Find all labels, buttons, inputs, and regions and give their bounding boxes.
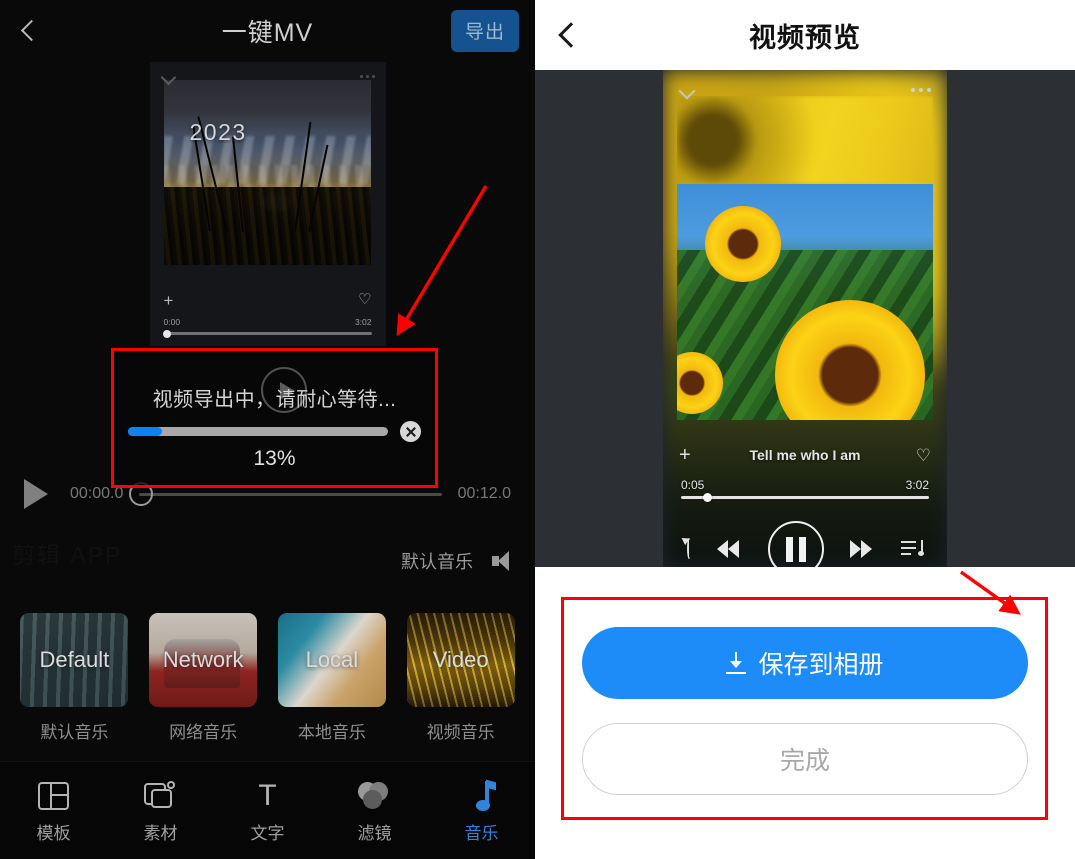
- filter-icon: [321, 778, 428, 814]
- card-progress-knob[interactable]: [162, 329, 171, 338]
- preview-topbar: 视频预览: [535, 0, 1075, 70]
- music-card-thumb-text: Network: [162, 647, 244, 672]
- editor-preview-area: 2023 + ♡ 0:00 3:02: [0, 62, 535, 354]
- chevron-down-icon[interactable]: [161, 72, 176, 81]
- player-total-time: 3:02: [905, 478, 929, 492]
- media-icon: [107, 778, 214, 814]
- card-actions: + ♡: [150, 292, 386, 309]
- music-card-thumb: Local: [277, 613, 386, 707]
- export-progress-message: 视频导出中，请耐心等待...: [152, 389, 397, 411]
- tab-text[interactable]: T 文字: [214, 778, 321, 844]
- fast-forward-icon[interactable]: [849, 540, 876, 558]
- editor-tabbar: 模板 素材 T 文字 滤镜 音乐: [0, 761, 535, 859]
- music-source-card[interactable]: Local 本地音乐: [276, 613, 388, 743]
- heart-icon[interactable]: ♡: [916, 447, 931, 464]
- chevron-left-icon[interactable]: [553, 21, 581, 49]
- music-source-card[interactable]: Default 默认音乐: [18, 613, 130, 743]
- music-card-thumb-text: Local: [305, 647, 359, 672]
- tab-media[interactable]: 素材: [107, 778, 214, 844]
- card-header: [150, 62, 386, 90]
- rewind-icon[interactable]: [716, 540, 743, 558]
- export-progress-fill: [128, 427, 162, 436]
- timeline-end-time: 00:12.0: [457, 485, 511, 502]
- sunflower-photo: [677, 96, 933, 420]
- save-to-album-label: 保存到相册: [758, 651, 884, 679]
- song-title: Tell me who I am: [749, 447, 861, 463]
- repeat-icon[interactable]: [687, 538, 691, 559]
- more-horizontal-icon[interactable]: [359, 74, 375, 78]
- close-circle-icon[interactable]: [400, 421, 421, 442]
- template-icon: [0, 778, 107, 814]
- player-time-row: 0:05 3:02: [681, 478, 929, 492]
- speaker-icon[interactable]: [491, 551, 513, 571]
- selected-music-label: 默认音乐: [401, 552, 473, 572]
- tab-template[interactable]: 模板: [0, 778, 107, 844]
- tab-label: 音乐: [464, 823, 499, 843]
- preview-actions-area: 保存到相册 完成: [535, 567, 1075, 859]
- card-year-label: 2023: [189, 119, 247, 145]
- tab-filter[interactable]: 滤镜: [321, 778, 428, 844]
- tab-label: 文字: [250, 823, 285, 843]
- plus-icon[interactable]: +: [679, 445, 691, 465]
- music-card-thumb: Network: [149, 613, 258, 707]
- screenshot-root: 一键MV 导出 2023 + ♡ 0:00 3:02 视频导出中，请耐心等待..…: [0, 0, 1075, 859]
- export-progress-dialog: 视频导出中，请耐心等待... 13%: [111, 348, 438, 488]
- tab-label: 素材: [143, 823, 178, 843]
- export-button[interactable]: 导出: [450, 10, 519, 52]
- card-current-time: 0:00: [163, 317, 181, 327]
- chevron-down-icon[interactable]: [679, 85, 695, 95]
- music-source-cards: Default 默认音乐 Network 网络音乐 Local 本地音乐 Video 视频音乐: [0, 613, 535, 743]
- preview-title: 视频预览: [749, 22, 861, 53]
- video-player[interactable]: + Tell me who I am ♡ 0:05 3:02: [663, 70, 947, 567]
- timeline-track[interactable]: [129, 482, 442, 506]
- heart-icon[interactable]: ♡: [358, 292, 371, 309]
- card-progress-track[interactable]: [162, 329, 372, 338]
- music-card-thumb: Video: [406, 613, 515, 707]
- music-card-label: 网络音乐: [169, 723, 238, 742]
- chevron-left-icon[interactable]: [16, 18, 42, 44]
- preview-stage: + Tell me who I am ♡ 0:05 3:02: [535, 70, 1075, 567]
- text-icon: T: [258, 778, 277, 812]
- video-preview-panel: 视频预览 + Tell me who I am ♡ 0:05 3:02 保存到相…: [535, 0, 1075, 859]
- music-note-icon: [428, 778, 535, 814]
- selected-music-row[interactable]: 默认音乐: [401, 548, 513, 574]
- watermark-text: 剪辑 APP: [12, 542, 123, 568]
- export-progress-row: [128, 421, 421, 442]
- card-total-time: 3:02: [354, 317, 372, 327]
- player-progress-track[interactable]: [681, 493, 929, 502]
- music-card-label: 视频音乐: [426, 723, 495, 742]
- save-to-album-button[interactable]: 保存到相册: [582, 627, 1028, 699]
- tab-music-note[interactable]: 音乐: [428, 778, 535, 844]
- done-button[interactable]: 完成: [582, 723, 1028, 795]
- play-icon[interactable]: [24, 479, 48, 509]
- download-icon: [726, 652, 747, 674]
- more-horizontal-icon[interactable]: [911, 88, 931, 92]
- music-source-card[interactable]: Network 网络音乐: [147, 613, 259, 743]
- music-card-thumb-text: Video: [432, 647, 489, 672]
- player-controls: [673, 520, 937, 567]
- pause-icon[interactable]: [768, 521, 824, 567]
- music-card-label: 本地音乐: [297, 723, 366, 742]
- music-card-label: 默认音乐: [40, 723, 109, 742]
- video-header: [663, 78, 947, 102]
- music-source-card[interactable]: Video 视频音乐: [405, 613, 517, 743]
- tab-label: 模板: [36, 823, 71, 843]
- tab-label: 滤镜: [357, 823, 392, 843]
- song-row: + Tell me who I am ♡: [663, 445, 947, 465]
- editor-panel: 一键MV 导出 2023 + ♡ 0:00 3:02 视频导出中，请耐心等待..…: [0, 0, 535, 859]
- music-card-thumb-text: Default: [39, 647, 110, 672]
- export-progress-track: [128, 427, 388, 436]
- editor-topbar: 一键MV 导出: [0, 0, 535, 62]
- card-time-row: 0:00 3:02: [164, 317, 372, 327]
- export-progress-percent: 13%: [253, 447, 296, 470]
- music-card-thumb: Default: [20, 613, 129, 707]
- playlist-icon[interactable]: [901, 539, 924, 559]
- sunset-photo: [163, 80, 371, 265]
- player-current-time: 0:05: [681, 478, 705, 492]
- mv-preview-card[interactable]: 2023 + ♡ 0:00 3:02: [149, 62, 386, 346]
- plus-icon[interactable]: +: [164, 292, 174, 309]
